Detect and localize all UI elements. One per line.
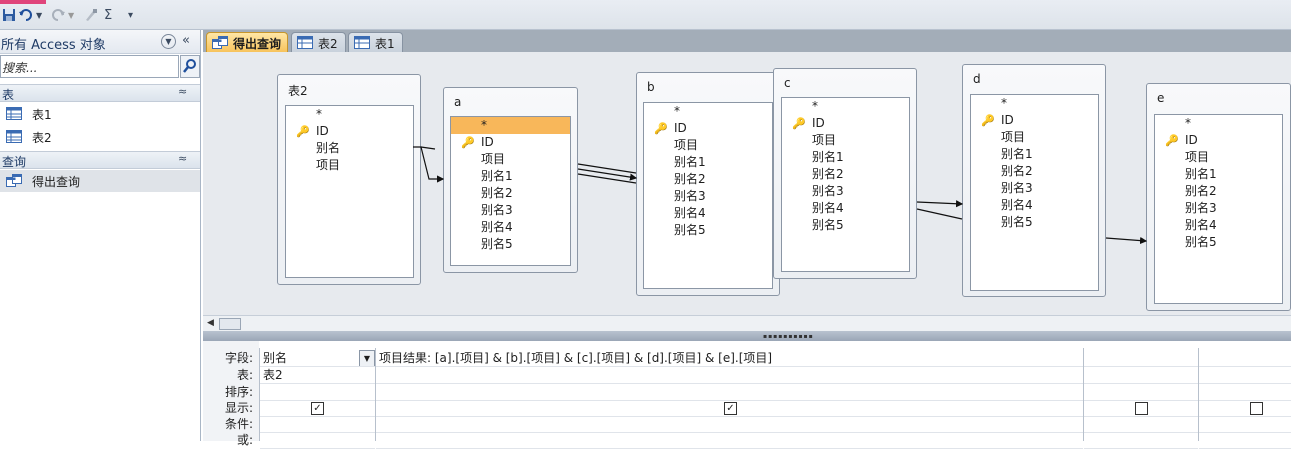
- quick-access-toolbar: ▼ ▼ Σ ▾: [0, 0, 1291, 30]
- shutter-bar-collapse-icon[interactable]: «: [182, 33, 190, 48]
- scroll-thumb[interactable]: [219, 318, 241, 330]
- search-icon: [183, 59, 196, 73]
- tab-label: 表2: [318, 37, 338, 51]
- nav-item-table1[interactable]: 表1: [0, 103, 200, 125]
- show-cell: ✓: [376, 400, 1083, 417]
- nav-item-query[interactable]: 得出查询: [0, 170, 200, 192]
- nav-title[interactable]: 所有 Access 对象: [1, 34, 106, 53]
- field-cell[interactable]: 别名 ▼: [260, 350, 375, 367]
- table-icon: [354, 36, 370, 52]
- join-line: [577, 168, 638, 181]
- sort-cell[interactable]: [376, 384, 1083, 401]
- format-painter-icon[interactable]: [84, 8, 98, 24]
- sum-icon[interactable]: Σ: [104, 8, 112, 24]
- sort-cell[interactable]: [260, 384, 375, 401]
- undo-dropdown-icon[interactable]: ▼: [36, 8, 42, 24]
- table-cell[interactable]: [376, 367, 1083, 384]
- table-cell[interactable]: 表2: [260, 367, 375, 384]
- sort-cell[interactable]: [1084, 384, 1198, 401]
- show-checkbox[interactable]: [1135, 402, 1148, 415]
- nav-menu-dropdown-icon[interactable]: ▼: [161, 34, 176, 49]
- nav-search-input[interactable]: 搜索...: [0, 55, 179, 78]
- field-cell[interactable]: [1199, 350, 1291, 367]
- navigation-pane: 所有 Access 对象 ▼ « 搜索... 表 ≈ 表1 表2 查询 ≈ 得出…: [0, 30, 201, 441]
- criteria-cell[interactable]: [376, 416, 1083, 433]
- table-cell[interactable]: [1084, 367, 1198, 384]
- nav-group-label: 表: [2, 88, 15, 102]
- query-design-surface[interactable]: 表2 * 🔑 ID 别名 项目 a * 🔑 ID 项目 别名1 别名2 别名3 别名…: [203, 52, 1291, 315]
- nav-search-placeholder: 搜索...: [2, 61, 38, 75]
- field-value: 项目结果: [a].[项目] & [b].[项目] & [c].[项目] & […: [379, 351, 773, 365]
- grid-row-labels: 字段: 表: 排序: 显示: 条件: 或:: [203, 341, 259, 447]
- tab-query[interactable]: 得出查询: [206, 32, 288, 52]
- join-line: [577, 163, 637, 174]
- design-horizontal-scrollbar[interactable]: ◀: [203, 315, 1291, 331]
- nav-item-label: 表2: [32, 131, 52, 145]
- scroll-left-arrow-icon[interactable]: ◀: [207, 318, 214, 328]
- redo-icon[interactable]: [50, 8, 66, 24]
- nav-header[interactable]: 所有 Access 对象 ▼ «: [0, 30, 200, 54]
- table-cell[interactable]: [1199, 367, 1291, 384]
- field-cell[interactable]: 项目结果: [a].[项目] & [b].[项目] & [c].[项目] & […: [376, 350, 1083, 367]
- document-tabs: 得出查询 表2 表1: [203, 30, 1291, 52]
- undo-icon[interactable]: [18, 8, 34, 24]
- tab-label: 表1: [375, 37, 395, 51]
- criteria-cell[interactable]: [1084, 416, 1198, 433]
- join-line: [413, 146, 445, 183]
- grid-column[interactable]: [1198, 348, 1291, 449]
- show-checkbox[interactable]: ✓: [724, 402, 737, 415]
- criteria-cell[interactable]: [260, 416, 375, 433]
- row-label-table: 表:: [236, 368, 253, 382]
- query-icon: [212, 36, 229, 53]
- table-icon: [6, 107, 22, 123]
- table-value: 表2: [263, 368, 283, 382]
- nav-group-tables[interactable]: 表 ≈: [0, 84, 200, 102]
- row-label-field: 字段:: [224, 351, 253, 365]
- show-cell: ✓: [260, 400, 375, 417]
- show-cell: [1199, 400, 1291, 417]
- title-accent-bar: [0, 0, 46, 4]
- grid-column[interactable]: 别名 ▼ 表2 ✓: [259, 348, 375, 449]
- query-design-grid: 字段: 表: 排序: 显示: 条件: 或: 别名 ▼ 表2 ✓ 项目结果: [a…: [203, 341, 1291, 449]
- join-line: [916, 200, 964, 208]
- criteria-cell[interactable]: [1199, 416, 1291, 433]
- join-line: [577, 173, 637, 184]
- join-line: [420, 146, 436, 150]
- grid-column[interactable]: 项目结果: [a].[项目] & [b].[项目] & [c].[项目] & […: [375, 348, 1083, 449]
- grid-column[interactable]: [1083, 348, 1198, 449]
- field-value: 别名: [263, 351, 288, 365]
- collapse-group-icon[interactable]: ≈: [178, 152, 187, 165]
- customize-qat-icon[interactable]: ▾: [128, 8, 133, 24]
- splitter-grip-icon[interactable]: ▪▪▪▪▪▪▪▪▪▪: [763, 333, 814, 340]
- show-cell: [1084, 400, 1198, 417]
- tab-label: 得出查询: [233, 37, 282, 51]
- table-icon: [297, 36, 313, 52]
- join-line: [1105, 236, 1148, 245]
- join-line: [916, 208, 963, 220]
- nav-item-label: 得出查询: [32, 175, 81, 189]
- nav-group-queries[interactable]: 查询 ≈: [0, 151, 200, 169]
- sort-cell[interactable]: [1199, 384, 1291, 401]
- show-checkbox[interactable]: [1250, 402, 1263, 415]
- collapse-group-icon[interactable]: ≈: [178, 85, 187, 98]
- search-button[interactable]: [180, 55, 200, 78]
- field-cell[interactable]: [1084, 350, 1198, 367]
- join-lines: [413, 146, 1148, 245]
- show-checkbox[interactable]: ✓: [311, 402, 324, 415]
- nav-item-table2[interactable]: 表2: [0, 126, 200, 148]
- query-icon: [6, 174, 23, 191]
- save-icon[interactable]: [2, 8, 16, 24]
- field-dropdown-icon[interactable]: ▼: [359, 350, 375, 366]
- pane-splitter[interactable]: ▪▪▪▪▪▪▪▪▪▪: [203, 331, 1291, 341]
- tab-table2[interactable]: 表2: [291, 32, 346, 52]
- nav-group-label: 查询: [2, 155, 27, 169]
- redo-dropdown-icon[interactable]: ▼: [68, 8, 74, 24]
- nav-item-label: 表1: [32, 108, 52, 122]
- row-label-sort: 排序:: [224, 385, 253, 399]
- table-icon: [6, 130, 22, 146]
- tab-table1[interactable]: 表1: [348, 32, 403, 52]
- row-label-show: 显示:: [224, 401, 253, 415]
- row-label-criteria: 条件:: [224, 417, 253, 431]
